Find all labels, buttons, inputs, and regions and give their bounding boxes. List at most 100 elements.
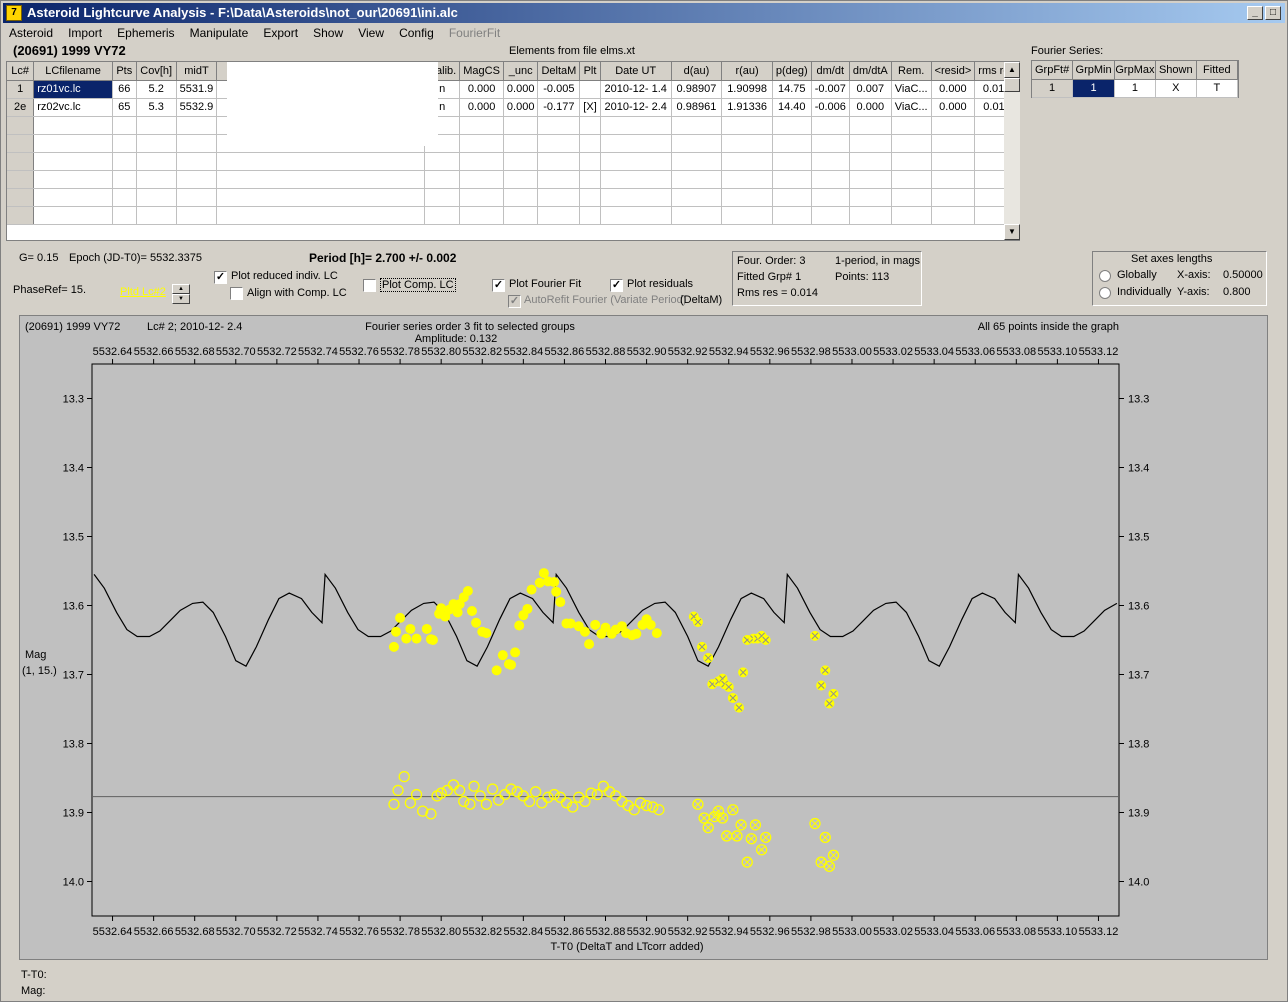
fourier-cell-grpft[interactable]: 1: [1032, 79, 1074, 98]
lc-table-row[interactable]: 1 rz01vc.lc 66 5.2 5531.9 n 0.000 0.000 -0.005 20…: [7, 80, 1019, 99]
lc-empty-cell[interactable]: [136, 152, 177, 171]
lc-empty-cell[interactable]: [891, 188, 932, 207]
lc-empty-row[interactable]: [7, 116, 1019, 135]
fourier-cell-grpmax[interactable]: 1: [1114, 79, 1156, 98]
lc-table-cell[interactable]: [579, 80, 601, 99]
lc-table-cell[interactable]: 0.000: [503, 80, 539, 99]
lc-empty-cell[interactable]: [112, 170, 137, 189]
maximize-button[interactable]: □: [1265, 6, 1281, 20]
menu-config[interactable]: Config: [393, 24, 440, 40]
lc-empty-cell[interactable]: [891, 152, 932, 171]
lc-table-cell[interactable]: 0.000: [931, 80, 976, 99]
fourier-cell-grpmin[interactable]: 1: [1072, 79, 1115, 98]
fourier-header-grpmax[interactable]: GrpMax: [1114, 61, 1156, 80]
lc-empty-cell[interactable]: [600, 206, 672, 225]
lc-empty-cell[interactable]: [671, 134, 723, 153]
lc-empty-cell[interactable]: [811, 152, 850, 171]
lc-table-cell[interactable]: 0.000: [503, 98, 539, 117]
lc-empty-cell[interactable]: [721, 188, 773, 207]
lc-empty-cell[interactable]: [579, 116, 601, 135]
lc-empty-cell[interactable]: [721, 116, 773, 135]
lc-empty-cell[interactable]: [891, 134, 932, 153]
spin-down-icon[interactable]: ▼: [172, 294, 190, 304]
lc-empty-cell[interactable]: [459, 170, 504, 189]
lc-empty-cell[interactable]: [176, 206, 218, 225]
lc-empty-cell[interactable]: [579, 206, 601, 225]
lc-empty-cell[interactable]: [112, 152, 137, 171]
lc-empty-cell[interactable]: [33, 152, 113, 171]
lc-table-cell[interactable]: 65: [112, 98, 137, 117]
lc-empty-cell[interactable]: [459, 188, 504, 207]
lc-empty-cell[interactable]: [7, 152, 35, 171]
lc-empty-cell[interactable]: [216, 206, 426, 225]
lc-empty-row[interactable]: [7, 134, 1019, 153]
lc-empty-cell[interactable]: [849, 116, 892, 135]
lc-table-cell[interactable]: 0.98961: [671, 98, 723, 117]
lc-empty-cell[interactable]: [537, 206, 581, 225]
lc-table-cell[interactable]: 2010-12- 2.4: [600, 98, 672, 117]
lc-table-cell[interactable]: 14.75: [772, 80, 812, 99]
lc-empty-cell[interactable]: [176, 116, 218, 135]
lightcurve-chart-panel[interactable]: (20691) 1999 VY72 Lc# 2; 2010-12- 2.4 Fo…: [19, 315, 1268, 960]
lc-empty-cell[interactable]: [891, 206, 932, 225]
lc-empty-cell[interactable]: [811, 116, 850, 135]
lc-empty-cell[interactable]: [7, 170, 35, 189]
lc-empty-cell[interactable]: [772, 152, 812, 171]
scroll-thumb[interactable]: [1004, 78, 1020, 92]
lc-empty-cell[interactable]: [136, 206, 177, 225]
lc-empty-cell[interactable]: [33, 188, 113, 207]
lc-empty-cell[interactable]: [671, 170, 723, 189]
lc-empty-cell[interactable]: [537, 116, 581, 135]
fourier-cell-shown[interactable]: X: [1155, 79, 1197, 98]
scroll-down-icon[interactable]: ▼: [1004, 224, 1020, 240]
lc-empty-cell[interactable]: [811, 134, 850, 153]
lc-empty-cell[interactable]: [136, 170, 177, 189]
lc-empty-cell[interactable]: [849, 206, 892, 225]
lc-empty-cell[interactable]: [811, 170, 850, 189]
lc-empty-cell[interactable]: [424, 152, 461, 171]
lc-header-cell[interactable]: r(au): [721, 62, 773, 81]
plot-reduced-checkbox[interactable]: ✓: [214, 271, 227, 284]
fourier-series-table[interactable]: GrpFt# GrpMin GrpMax Shown Fitted 1 1 1 …: [1031, 60, 1239, 98]
spin-up-icon[interactable]: ▲: [172, 284, 190, 294]
lightcurve-chart[interactable]: (20691) 1999 VY72 Lc# 2; 2010-12- 2.4 Fo…: [20, 316, 1269, 961]
lc-empty-cell[interactable]: [891, 170, 932, 189]
lc-empty-cell[interactable]: [424, 188, 461, 207]
lc-row-number[interactable]: 2e: [7, 98, 35, 117]
lc-table-cell[interactable]: 5532.9: [176, 98, 218, 117]
autorefit-checkbox[interactable]: ✓: [508, 295, 521, 308]
lc-table-cell[interactable]: 5.2: [136, 80, 177, 99]
lc-empty-cell[interactable]: [931, 170, 976, 189]
lc-empty-cell[interactable]: [772, 134, 812, 153]
lc-empty-cell[interactable]: [537, 152, 581, 171]
menu-view[interactable]: View: [352, 24, 390, 40]
lc-empty-cell[interactable]: [600, 170, 672, 189]
menu-export[interactable]: Export: [257, 24, 304, 40]
lc-empty-cell[interactable]: [600, 188, 672, 207]
minimize-button[interactable]: _: [1247, 6, 1263, 20]
lc-empty-cell[interactable]: [7, 116, 35, 135]
lc-empty-row[interactable]: [7, 206, 1019, 225]
lc-empty-cell[interactable]: [33, 170, 113, 189]
lc-table-cell[interactable]: 0.000: [459, 98, 504, 117]
lc-empty-cell[interactable]: [891, 116, 932, 135]
lc-table-row[interactable]: 2e rz02vc.lc 65 5.3 5532.9 n 0.000 0.000 -0.177[…: [7, 98, 1019, 117]
lc-table-cell[interactable]: 1.90998: [721, 80, 773, 99]
lc-empty-row[interactable]: [7, 170, 1019, 189]
lc-header-cell[interactable]: Cov[h]: [136, 62, 177, 81]
menu-manipulate[interactable]: Manipulate: [184, 24, 255, 40]
lc-table-cell[interactable]: 5.3: [136, 98, 177, 117]
globally-radio[interactable]: [1099, 270, 1111, 282]
lc-table-cell[interactable]: -0.007: [811, 80, 850, 99]
lc-empty-cell[interactable]: [459, 134, 504, 153]
lc-header-cell[interactable]: midT: [176, 62, 218, 81]
lc-header-cell[interactable]: MagCS: [459, 62, 504, 81]
lc-empty-cell[interactable]: [503, 134, 539, 153]
align-comp-checkbox[interactable]: [230, 287, 243, 300]
lc-empty-cell[interactable]: [931, 116, 976, 135]
lc-table-cell[interactable]: rz02vc.lc: [33, 98, 113, 117]
lc-empty-cell[interactable]: [579, 152, 601, 171]
lc-header-cell[interactable]: p(deg): [772, 62, 812, 81]
lc-empty-cell[interactable]: [136, 188, 177, 207]
lc-empty-cell[interactable]: [503, 188, 539, 207]
